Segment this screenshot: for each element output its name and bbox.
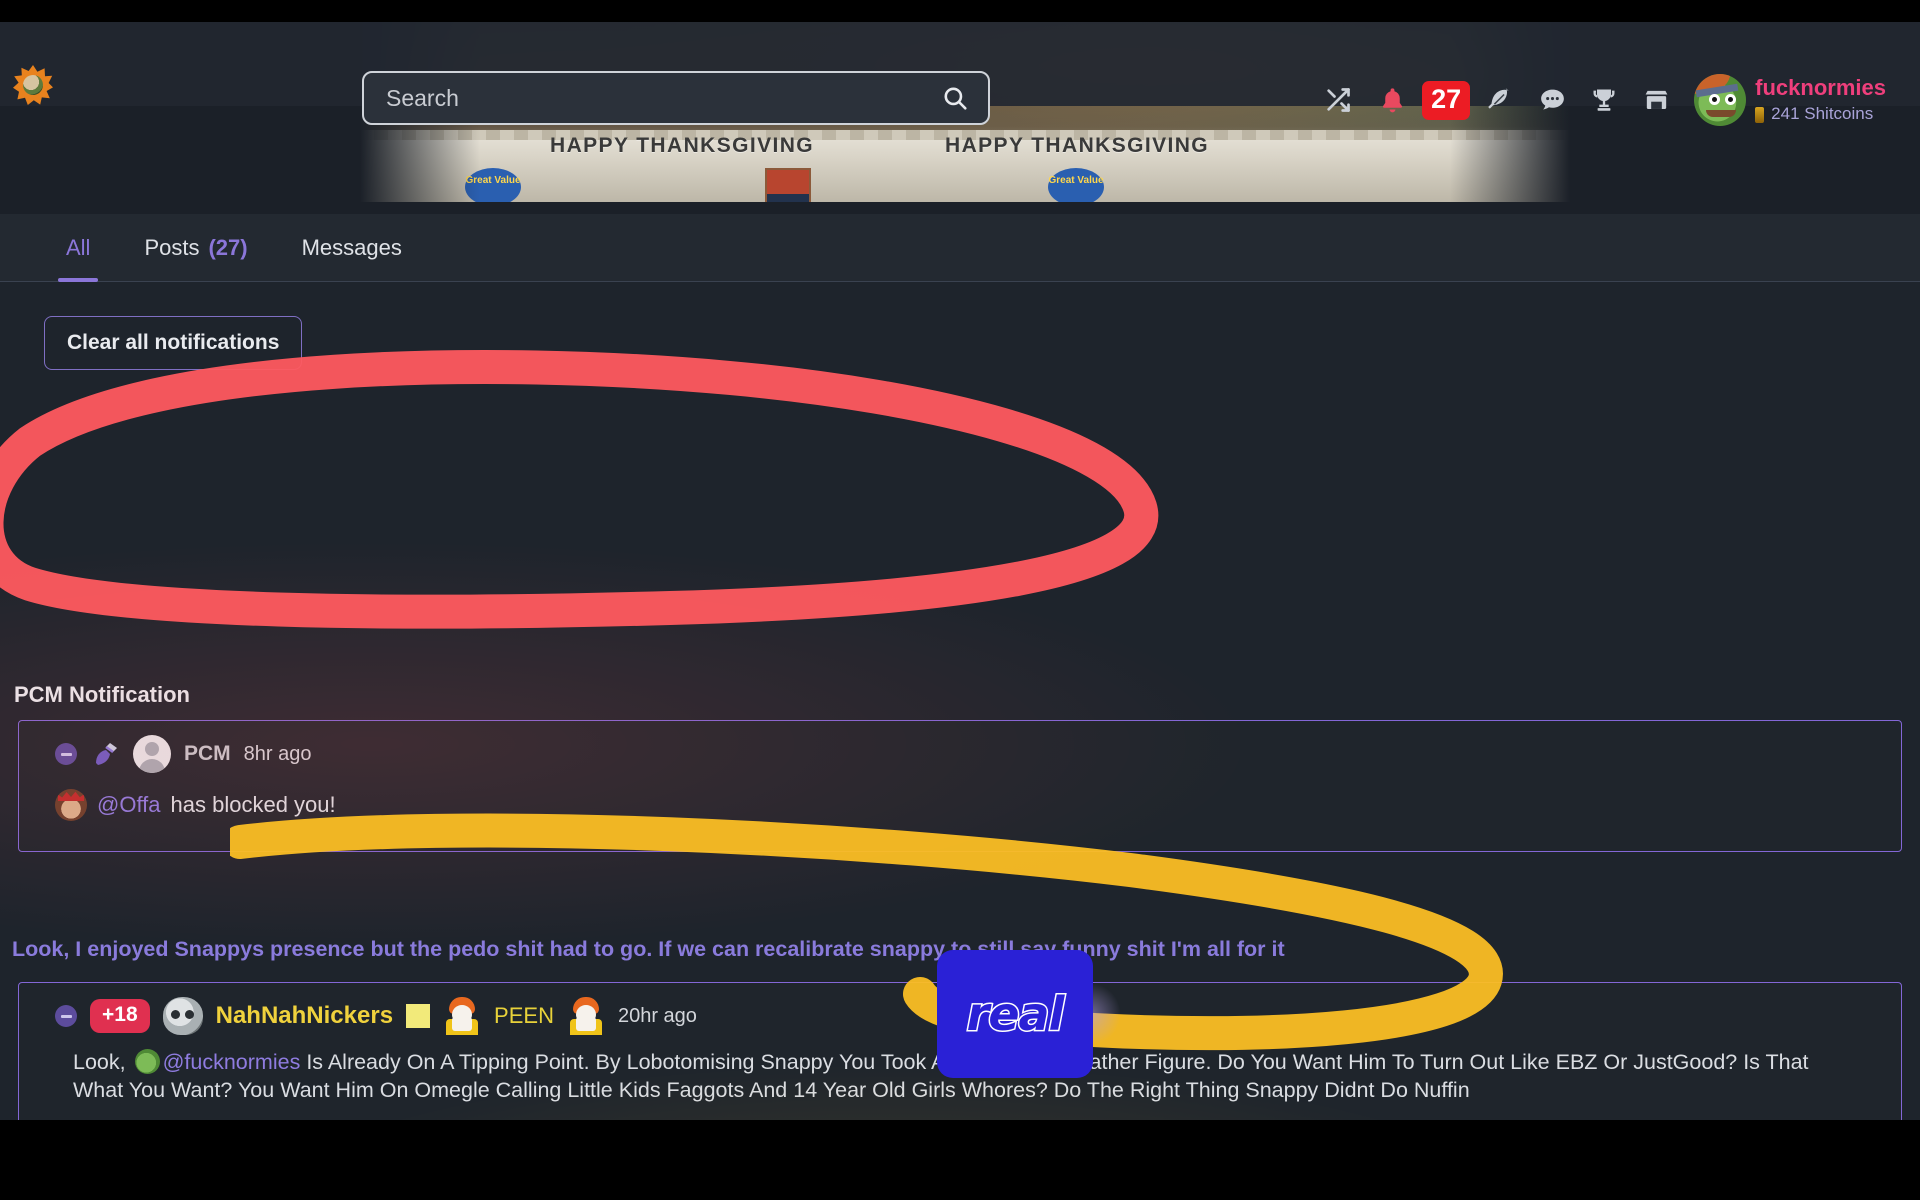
broom-icon <box>90 741 120 767</box>
tab-posts-count: (27) <box>208 234 248 260</box>
peen-emoji-right-icon <box>567 997 605 1035</box>
pepe-avatar-icon <box>1694 74 1747 126</box>
app-root: HAPPY THANKSGIVING HAPPY THANKSGIVING Gr… <box>0 0 1920 1200</box>
user-meta: fucknormies 241 Shitcoins <box>1755 75 1886 124</box>
search-box[interactable] <box>362 71 990 125</box>
banner-text-left: HAPPY THANKSGIVING <box>550 134 815 157</box>
tab-posts[interactable]: Posts (27) <box>122 214 269 282</box>
notification-tabs: All Posts (27) Messages <box>0 214 1920 282</box>
tab-all[interactable]: All <box>44 214 112 282</box>
banner-text-right: HAPPY THANKSGIVING <box>945 134 1210 157</box>
peen-emoji-left-icon <box>443 997 481 1035</box>
post-author-username[interactable]: NahNahNickers <box>216 1002 393 1030</box>
pcm-notification-section-title: PCM Notification <box>14 682 190 707</box>
chat-bubble-icon[interactable] <box>1526 74 1578 126</box>
default-avatar[interactable] <box>133 735 171 773</box>
search-input[interactable] <box>386 84 938 112</box>
feather-icon[interactable] <box>1474 74 1526 126</box>
real-sticker[interactable]: real <box>937 950 1093 1078</box>
bell-icon <box>1366 74 1418 126</box>
great-value-badge-right: Great Value <box>1048 168 1104 202</box>
clear-all-notifications-button[interactable]: Clear all notifications <box>44 316 303 370</box>
letterbox-bottom <box>0 1120 1920 1200</box>
tab-all-label: All <box>66 234 91 260</box>
inline-pepe-avatar-icon <box>134 1049 160 1074</box>
post-score-badge: +18 <box>90 999 150 1033</box>
user-menu[interactable]: fucknormies 241 Shitcoins <box>1694 74 1886 126</box>
yellow-square-emoji-icon <box>406 1004 431 1028</box>
tab-posts-label: Posts <box>144 234 200 260</box>
sun-splat-logo-icon <box>11 63 55 107</box>
nav-right-cluster: 27 fucknormies 241 Shitcoins <box>1312 66 1886 134</box>
letterbox-top <box>0 0 1920 22</box>
coin-balance: 241 Shitcoins <box>1755 105 1886 124</box>
search-icon[interactable] <box>938 81 972 115</box>
search-container <box>362 71 990 125</box>
notifications-button[interactable]: 27 <box>1366 74 1471 126</box>
shitcoin-icon <box>1755 106 1765 123</box>
notification-message-row: @Offa has blocked you! <box>19 773 1901 821</box>
notification-card[interactable]: PCM 8hr ago @Offa has blocked you! <box>18 720 1902 852</box>
skull-avatar-icon[interactable] <box>162 997 203 1035</box>
top-navigation-bar: 27 <box>0 22 1920 126</box>
post-timestamp: 20hr ago <box>617 1004 697 1027</box>
username-label: fucknormies <box>1755 75 1886 101</box>
store-icon[interactable] <box>1630 74 1682 126</box>
blocker-mention[interactable]: @Offa <box>97 792 161 818</box>
real-sticker-label: real <box>965 986 1066 1043</box>
post-author-flair-label: PEEN <box>494 1003 554 1028</box>
page-viewport: HAPPY THANKSGIVING HAPPY THANKSGIVING Gr… <box>0 22 1920 1120</box>
notification-header-row: PCM 8hr ago <box>19 721 1901 773</box>
post-collapse-minus-icon[interactable] <box>55 1005 77 1027</box>
post-body-prefix: Look, <box>73 1050 126 1074</box>
notification-count-badge: 27 <box>1422 80 1471 120</box>
tab-messages[interactable]: Messages <box>280 214 424 282</box>
post-body-mention[interactable]: @fucknormies <box>163 1050 301 1074</box>
coin-balance-label: 241 Shitcoins <box>1771 104 1874 124</box>
notification-message-text: has blocked you! <box>170 792 336 817</box>
notification-timestamp: 8hr ago <box>243 742 312 765</box>
banner-center-badge <box>765 168 811 202</box>
tab-messages-label: Messages <box>301 234 402 260</box>
trophy-icon[interactable] <box>1578 74 1630 126</box>
crown-avatar-icon <box>55 789 87 821</box>
post-headline[interactable]: Look, I enjoyed Snappys presence but the… <box>12 937 1285 962</box>
shuffle-icon[interactable] <box>1312 74 1364 126</box>
collapse-minus-icon[interactable] <box>55 743 77 765</box>
notification-username[interactable]: PCM <box>184 742 231 766</box>
site-logo[interactable] <box>10 62 56 108</box>
